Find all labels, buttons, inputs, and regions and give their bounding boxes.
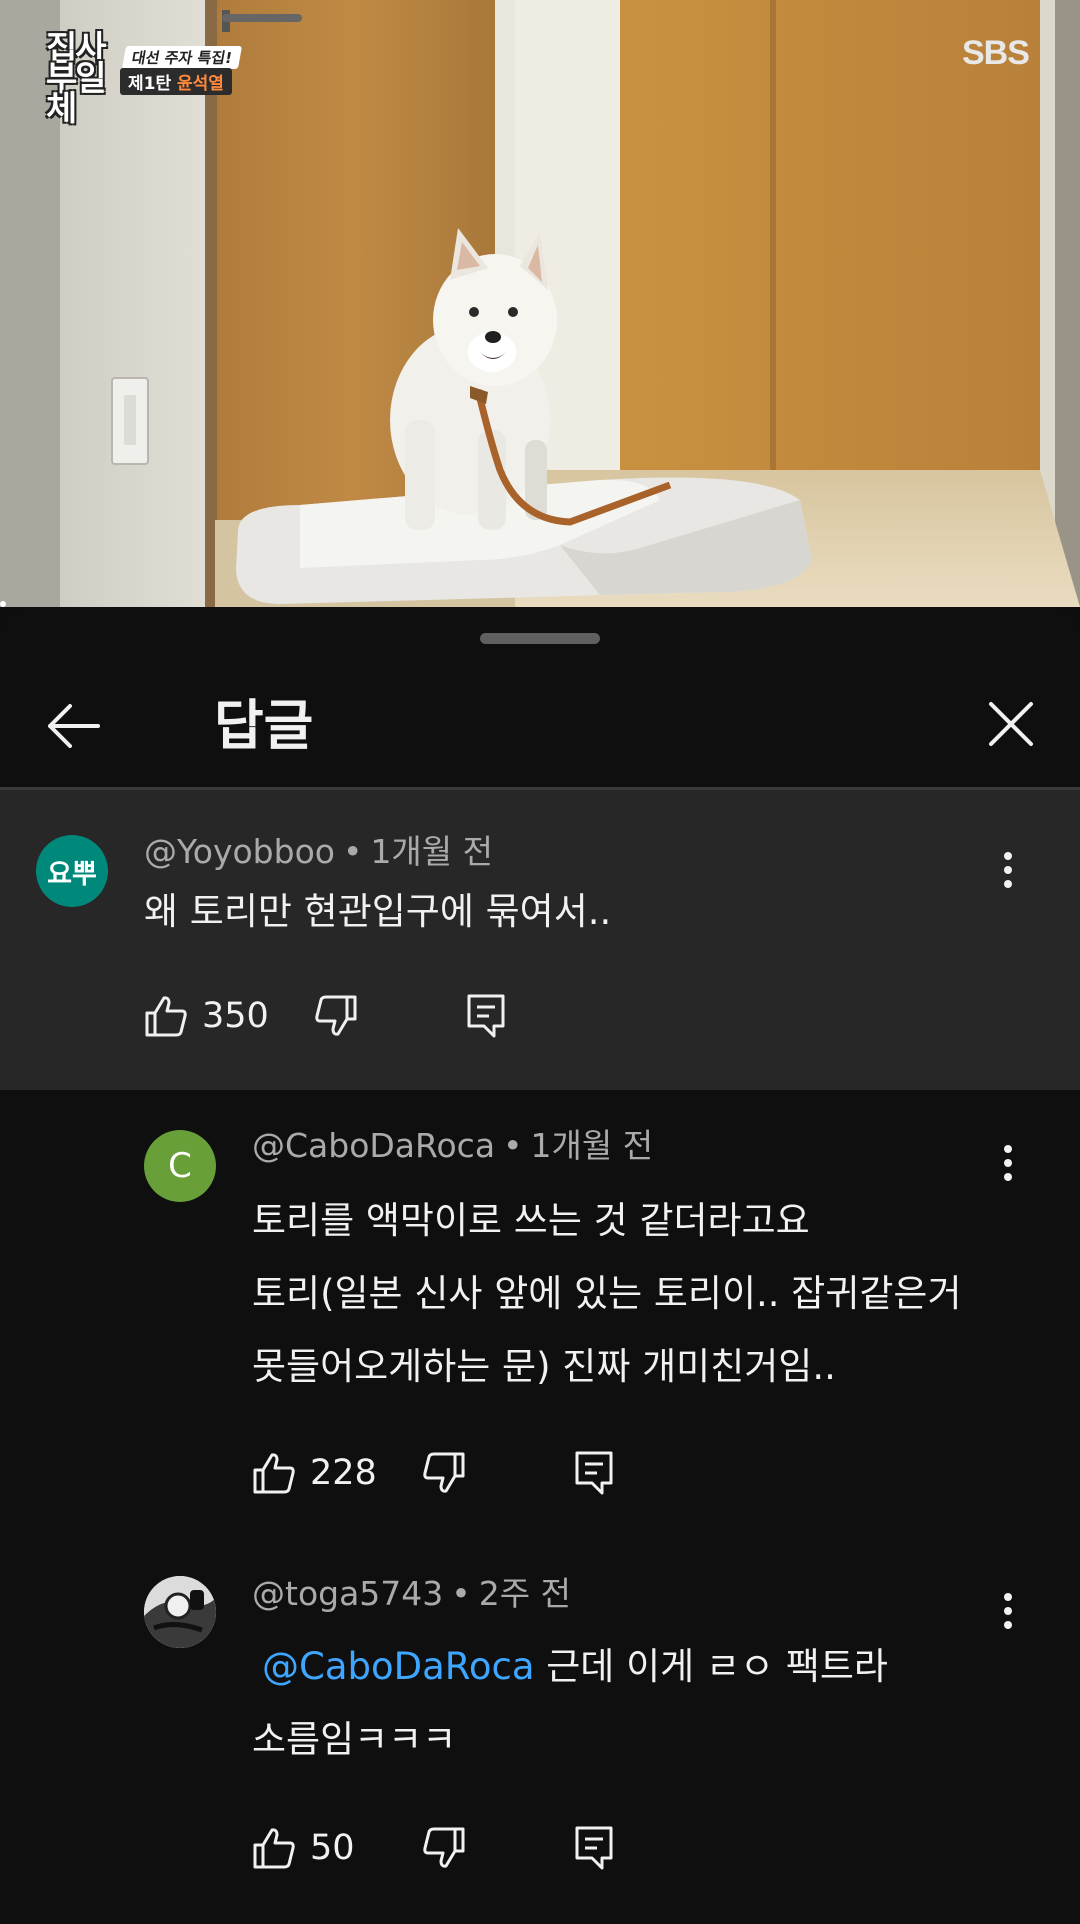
comment-author[interactable]: @CaboDaRoca: [252, 1126, 495, 1165]
comment-meta: @CaboDaRoca • 1개월 전: [252, 1124, 653, 1168]
more-vertical-icon: [1004, 852, 1012, 888]
episode-banner: 대선 주자 특집!: [121, 46, 243, 69]
meta-separator: •: [451, 1574, 471, 1613]
like-count: 350: [202, 996, 269, 1036]
meta-separator: •: [503, 1126, 523, 1165]
episode-number: 제1탄: [128, 74, 172, 94]
comment-more-button[interactable]: [988, 840, 1028, 900]
show-title: 집사부일체: [46, 29, 107, 129]
comment-more-button[interactable]: [988, 1581, 1028, 1641]
avatar[interactable]: [144, 1576, 216, 1648]
comment-line: 못들어오게하는 문) 진짜 개미친거임..: [252, 1345, 836, 1388]
episode-subtitle: 제1탄 윤석열: [120, 68, 232, 95]
like-button[interactable]: 350: [144, 988, 269, 1044]
episode-guest: 윤석열: [177, 74, 224, 94]
drag-handle[interactable]: [480, 633, 600, 644]
like-button[interactable]: 228: [252, 1445, 377, 1501]
channel-logo: SBS: [962, 34, 1030, 72]
avatar-initials: C: [168, 1146, 192, 1186]
reply-icon: [575, 1451, 613, 1495]
thumbs-down-icon: [423, 1452, 465, 1493]
video-progress-scrubber[interactable]: [0, 601, 6, 607]
comment-line: @CaboDaRoca 근데 이게 ㄹㅇ 팩트라: [252, 1630, 888, 1703]
close-button[interactable]: [976, 689, 1046, 759]
more-vertical-icon: [1004, 1145, 1012, 1181]
more-vertical-icon: [1004, 1593, 1012, 1629]
comment-more-button[interactable]: [988, 1133, 1028, 1193]
thumbs-down-icon: [315, 995, 357, 1036]
meta-separator: •: [342, 832, 363, 871]
like-count: 50: [310, 1828, 355, 1868]
avatar[interactable]: 요뿌: [36, 835, 108, 907]
comment-time: 1개월 전: [530, 1126, 654, 1165]
thumbs-down-icon: [423, 1827, 465, 1868]
reply-icon: [575, 1826, 613, 1870]
parent-comment: 요뿌 @Yoyobboo • 1개월 전 왜 토리만 현관입구에 묶여서.. 350: [0, 790, 1080, 1090]
user-avatar-image: [144, 1576, 216, 1648]
thumbs-up-icon: [253, 1828, 295, 1869]
like-button[interactable]: 50: [252, 1820, 355, 1876]
comment-actions: 350: [144, 988, 644, 1044]
comment-line: 토리를 액막이로 쓰는 것 같더라고요: [252, 1199, 810, 1242]
comment-text: 토리를 액막이로 쓰는 것 같더라고요 토리(일본 신사 앞에 있는 토리이..…: [252, 1184, 961, 1403]
comment-line-text: 근데 이게 ㄹㅇ 팩트라: [534, 1645, 888, 1688]
comment-text: 왜 토리만 현관입구에 묶여서..: [144, 875, 611, 948]
thumbs-up-icon: [253, 1453, 295, 1494]
close-icon: [989, 702, 1033, 746]
avatar[interactable]: C: [144, 1130, 216, 1202]
page-title: 답글: [214, 694, 314, 757]
comment-time: 2주 전: [478, 1574, 571, 1613]
replies-panel: 답글 요뿌 @Yoyobboo • 1개월 전 왜 토리만 현관입구에 묶여서..: [0, 607, 1080, 1924]
comment-line: 소름임ㅋㅋㅋ: [252, 1718, 457, 1761]
show-logo: 집사부일체 대선 주자 특집! 제1탄 윤석열: [46, 32, 256, 126]
arrow-left-icon: [48, 704, 100, 748]
comment-line: 왜 토리만 현관입구에 묶여서..: [144, 890, 612, 933]
comment-line: 토리(일본 신사 앞에 있는 토리이.. 잡귀같은거: [252, 1272, 962, 1315]
comment-meta: @toga5743 • 2주 전: [252, 1572, 571, 1616]
thumbs-up-icon: [145, 996, 187, 1037]
comment-author[interactable]: @toga5743: [252, 1574, 443, 1613]
comment-time: 1개월 전: [370, 832, 494, 871]
reply-button[interactable]: [466, 988, 506, 1044]
reply-button[interactable]: [574, 1445, 614, 1501]
back-button[interactable]: [36, 691, 110, 761]
dislike-button[interactable]: [314, 988, 358, 1044]
reply-button[interactable]: [574, 1820, 614, 1876]
avatar-initials: 요뿌: [47, 858, 97, 890]
comment-actions: 50: [252, 1820, 752, 1876]
mention-link[interactable]: @CaboDaRoca: [262, 1645, 535, 1688]
panel-header: 답글: [0, 657, 1080, 787]
video-player[interactable]: 집사부일체 대선 주자 특집! 제1탄 윤석열 SBS: [0, 0, 1080, 607]
comment-meta: @Yoyobboo • 1개월 전: [144, 830, 493, 874]
dislike-button[interactable]: [422, 1820, 466, 1876]
reply-icon: [467, 994, 505, 1038]
comment-author[interactable]: @Yoyobboo: [144, 832, 335, 871]
comment-actions: 228: [252, 1445, 752, 1501]
comment-text: @CaboDaRoca 근데 이게 ㄹㅇ 팩트라 소름임ㅋㅋㅋ: [252, 1630, 888, 1776]
dislike-button[interactable]: [422, 1445, 466, 1501]
like-count: 228: [310, 1453, 377, 1493]
